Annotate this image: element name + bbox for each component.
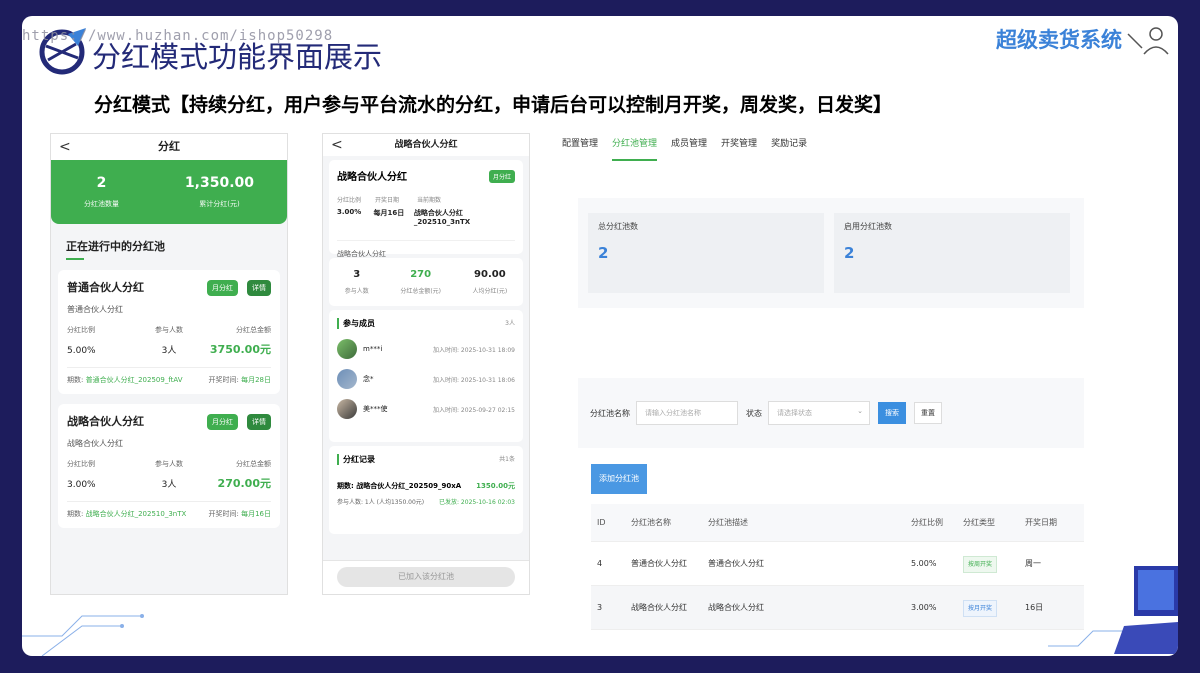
member-row: 美***使 加入时间: 2025-09-27 02:15: [337, 399, 515, 419]
stat-labels: 分红比例 参与人数 分红总金额: [67, 460, 271, 468]
pool-footer: 期数: 战略合伙人分红_202510_3nTX 开奖时间: 每月16日: [67, 501, 271, 519]
info-values: 3.00% 每月16日 战略合伙人分红_202510_3nTX: [337, 208, 471, 226]
brand-name: 超级卖货系统: [996, 28, 1122, 52]
record-row: 期数: 战略合伙人分红_202509_90xA 1350.00元: [337, 482, 515, 490]
stat-values: 3.00% 3人 270.00元: [67, 477, 271, 490]
nav-bar: < 分红: [51, 134, 287, 160]
pool-stats-card: 3 参与人数 270 分红总金额(元) 90.00 人均分红(元): [329, 258, 523, 306]
member-row: 念* 加入时间: 2025-10-31 18:06: [337, 369, 515, 389]
pool-info-card: 战略合伙人分红 月分红 分红比例 开奖日期 当前期数 3.00% 每月16日 战…: [329, 160, 523, 258]
pool-panel: 总分红池数 2 启用分红池数 2 分红池名称 请输入分红池名称 状态 请选择状态…: [578, 198, 1084, 630]
status-select[interactable]: 请选择状态: [768, 400, 870, 425]
bottom-bar: 已加入该分红池: [323, 560, 529, 594]
stat-values: 5.00% 3人 3750.00元: [67, 343, 271, 356]
user-chat-icon: [1127, 27, 1169, 55]
pool-name-input[interactable]: 请输入分红池名称: [636, 401, 738, 425]
nav-title: 分红: [158, 140, 180, 153]
avatar: [337, 339, 357, 359]
filter-bar: 分红池名称 请输入分红池名称 状态 请选择状态 搜索 重置: [578, 378, 1084, 448]
stat-enabled-pools: 启用分红池数 2: [834, 213, 1070, 293]
pool-card[interactable]: 普通合伙人分红 月分红 详情 普通合伙人分红 分红比例 参与人数 分红总金额 5…: [58, 270, 280, 394]
records-header: 分红记录 共1条: [337, 454, 515, 465]
nav-title: 战略合伙人分红: [394, 140, 458, 150]
pool-table: ID 分红池名称 分红池描述 分红比例 分红类型 开奖日期 4 普通合伙人分红 …: [591, 504, 1084, 630]
type-tag: 按月开奖: [963, 600, 998, 617]
add-pool-button[interactable]: 添加分红池: [591, 464, 647, 494]
joined-button[interactable]: 已加入该分红池: [337, 567, 515, 587]
stat-labels: 分红比例 参与人数 分红总金额: [67, 326, 271, 334]
table-row[interactable]: 3 战略合伙人分红 战略合伙人分红 3.00% 按月开奖 16日: [591, 586, 1084, 630]
info-labels: 分红比例 开奖日期 当前期数: [337, 197, 442, 204]
summary-banner: 2 分红池数量 1,350.00 累计分红(元): [51, 160, 287, 224]
detail-button[interactable]: 详情: [247, 280, 271, 296]
pool-description: 战略合伙人分红: [337, 240, 515, 259]
tab-members[interactable]: 成员管理: [671, 136, 707, 161]
tab-draw[interactable]: 开奖管理: [721, 136, 757, 161]
monthly-tag: 月分红: [207, 414, 238, 430]
page-title: 分红模式功能界面展示: [92, 40, 383, 74]
nav-bar: < 战略合伙人分红: [323, 134, 529, 156]
pool-footer: 期数: 普通合伙人分红_202509_ftAV 开奖时间: 每月28日: [67, 367, 271, 385]
circuit-decoration: [22, 614, 144, 656]
slide: https://www.huzhan.com/ishop50298 分红模式功能…: [22, 16, 1178, 656]
monthly-tag: 月分红: [488, 170, 515, 183]
dividend-home-screen: < 分红 2 分红池数量 1,350.00 累计分红(元) 正在进行中的分红池 …: [50, 133, 288, 595]
table-header: ID 分红池名称 分红池描述 分红比例 分红类型 开奖日期: [591, 504, 1084, 542]
members-header: 参与成员 3人: [337, 318, 515, 329]
members-card: 参与成员 3人 m***i 加入时间: 2025-10-31 18:09 念* …: [329, 310, 523, 442]
stats-area: 总分红池数 2 启用分红池数 2: [578, 198, 1084, 308]
search-button[interactable]: 搜索: [878, 402, 906, 424]
member-row: m***i 加入时间: 2025-10-31 18:09: [337, 339, 515, 359]
tab-pool-management[interactable]: 分红池管理: [612, 136, 658, 161]
pool-detail-screen: < 战略合伙人分红 战略合伙人分红 月分红 分红比例 开奖日期 当前期数 3.0…: [322, 133, 530, 595]
section-title: 正在进行中的分红池: [66, 240, 165, 253]
back-icon[interactable]: <: [331, 134, 343, 156]
pool-subtitle: 战略合伙人分红: [67, 439, 123, 448]
pool-title: 战略合伙人分红: [67, 415, 144, 428]
tab-config[interactable]: 配置管理: [562, 136, 598, 161]
pool-card[interactable]: 战略合伙人分红 月分红 详情 战略合伙人分红 分红比例 参与人数 分红总金额 3…: [58, 404, 280, 528]
admin-panel: 配置管理 分红池管理 成员管理 开奖管理 奖励记录 总分红池数 2 启用分红池数…: [562, 136, 1122, 630]
detail-button[interactable]: 详情: [247, 414, 271, 430]
table-row[interactable]: 4 普通合伙人分红 普通合伙人分红 5.00% 按周开奖 周一: [591, 542, 1084, 586]
filter-status-label: 状态: [746, 408, 762, 418]
stat-total-pools: 总分红池数 2: [588, 213, 824, 293]
slide-subtitle: 分红模式【持续分红，用户参与平台流水的分红，申请后台可以控制月开奖，周发奖，日发…: [94, 94, 893, 116]
pool-title: 普通合伙人分红: [67, 281, 144, 294]
filter-name-label: 分红池名称: [590, 408, 630, 418]
reset-button[interactable]: 重置: [914, 402, 942, 424]
record-meta: 参与人数: 1人 (人均1350.00元) 已发放: 2025-10-16 02…: [337, 499, 515, 506]
back-icon[interactable]: <: [59, 134, 71, 160]
tab-rewards[interactable]: 奖励记录: [771, 136, 807, 161]
avatar: [337, 399, 357, 419]
section-underline: [66, 258, 84, 260]
avatar: [337, 369, 357, 389]
admin-tabs: 配置管理 分红池管理 成员管理 开奖管理 奖励记录: [562, 136, 1122, 161]
pool-subtitle: 普通合伙人分红: [67, 305, 123, 314]
stat-pool-count: 2 分红池数量: [83, 175, 119, 208]
records-card: 分红记录 共1条 期数: 战略合伙人分红_202509_90xA 1350.00…: [329, 446, 523, 534]
monthly-tag: 月分红: [207, 280, 238, 296]
type-tag: 按周开奖: [963, 556, 998, 573]
stat-total-dividend: 1,350.00 累计分红(元): [184, 175, 255, 208]
